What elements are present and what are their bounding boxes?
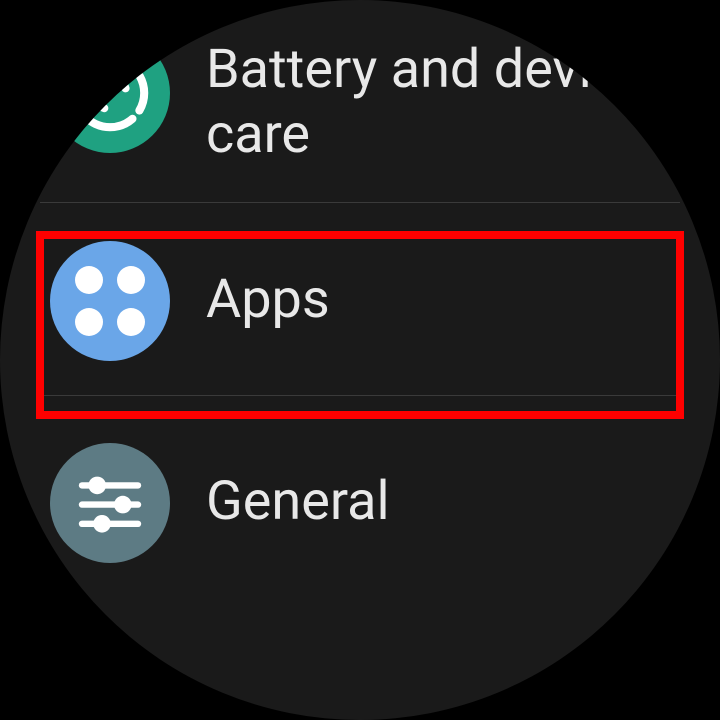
list-divider [40,202,680,203]
settings-item-label: General [206,470,390,535]
settings-item-general[interactable]: General [0,408,720,588]
apps-icon [50,241,170,361]
settings-item-label: Apps [206,268,330,333]
settings-item-battery-care[interactable]: Battery and device care [0,0,720,194]
list-divider [40,395,680,396]
settings-item-label: Battery and device care [206,38,670,168]
watch-face: Battery and device care Apps [0,0,720,720]
settings-item-apps[interactable]: Apps [0,215,720,387]
battery-care-icon [50,33,170,153]
settings-list[interactable]: Battery and device care Apps [0,0,720,720]
sliders-icon [50,443,170,563]
